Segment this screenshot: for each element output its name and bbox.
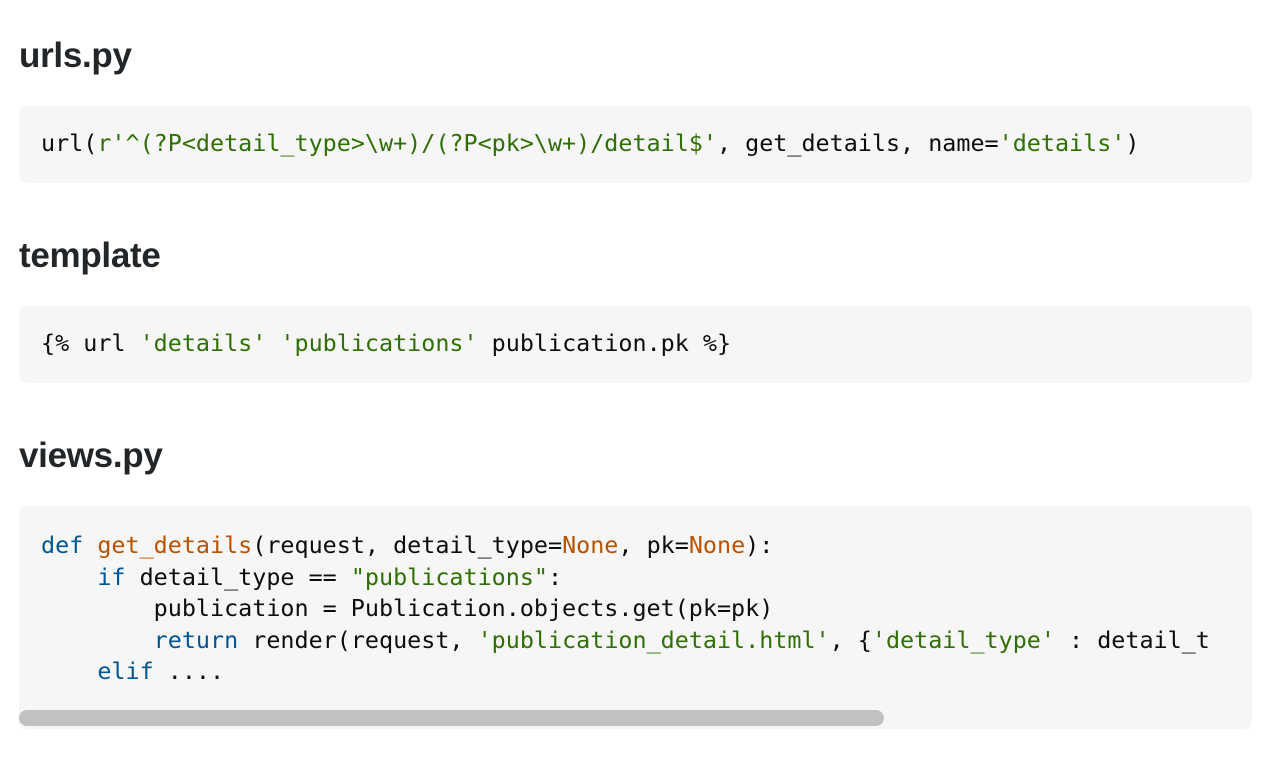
code-token-pln: ): (745, 531, 774, 559)
code-token-kw: def (41, 531, 84, 559)
code-token-pln (41, 657, 97, 685)
heading-views-py: views.py (19, 436, 163, 475)
code-token-pln: publication = Publication.objects.get(pk… (41, 594, 774, 622)
code-token-kw: elif (97, 657, 154, 685)
code-token-str: 'details' (139, 329, 267, 357)
code-token-str: 'detail_type' (871, 625, 1055, 654)
code-line: def get_details(request, detail_type=Non… (41, 530, 1252, 562)
code-template: {% url 'details' 'publications' publicat… (19, 306, 1252, 360)
code-token-pln: render(request, (238, 625, 478, 654)
code-token-pln: ) (1125, 129, 1140, 157)
heading-urls-py: urls.py (19, 36, 132, 75)
code-token-pln: : detail_t (1054, 625, 1210, 654)
code-token-pln: {% url (41, 329, 140, 357)
code-token-pln: url( (41, 129, 98, 157)
scrollbar-thumb[interactable] (19, 710, 884, 726)
horizontal-scrollbar[interactable] (19, 707, 1252, 729)
code-block-urls-py[interactable]: url(r'^(?P<detail_type>\w+)/(?P<pk>\w+)/… (19, 106, 1252, 183)
code-token-str: "publications" (350, 562, 548, 591)
code-line: elif .... (41, 656, 1252, 688)
code-line: {% url 'details' 'publications' publicat… (41, 328, 1252, 360)
code-block-views-py[interactable]: def get_details(request, detail_type=Non… (19, 506, 1252, 729)
code-token-kw: if (97, 562, 126, 591)
code-line: publication = Publication.objects.get(pk… (41, 593, 1252, 625)
code-token-pln (41, 563, 97, 591)
code-token-pln (41, 626, 154, 654)
code-token-pln (83, 531, 97, 559)
code-token-pln: , pk= (618, 531, 689, 559)
code-token-pln: detail_type == (125, 562, 351, 591)
code-token-pln: (request, detail_type= (252, 531, 563, 559)
code-token-fn: get_details (97, 531, 253, 559)
code-token-lit: None (562, 531, 619, 559)
code-token-pln: : (548, 562, 563, 591)
code-token-str: 'publications' (280, 329, 478, 357)
heading-template: template (19, 236, 161, 275)
code-urls-py: url(r'^(?P<detail_type>\w+)/(?P<pk>\w+)/… (19, 106, 1252, 160)
code-views-py: def get_details(request, detail_type=Non… (19, 506, 1252, 688)
code-token-kw: return (153, 625, 239, 654)
code-token-pln: .... (153, 657, 225, 685)
code-token-pln: , { (829, 625, 872, 654)
code-token-str: r'^(?P<detail_type>\w+)/(?P<pk>\w+)/deta… (97, 129, 717, 157)
code-line: return render(request, 'publication_deta… (41, 625, 1252, 657)
code-token-str: 'publication_detail.html' (477, 625, 830, 654)
code-line: if detail_type == "publications": (41, 562, 1252, 594)
answer-body: urls.py url(r'^(?P<detail_type>\w+)/(?P<… (0, 0, 1280, 764)
code-block-template[interactable]: {% url 'details' 'publications' publicat… (19, 306, 1252, 383)
code-token-pln: publication.pk %} (477, 329, 732, 357)
code-token-pln: , get_details, name= (716, 129, 999, 157)
code-token-pln (266, 329, 280, 357)
code-line: url(r'^(?P<detail_type>\w+)/(?P<pk>\w+)/… (41, 128, 1252, 160)
code-token-str: 'details' (998, 129, 1126, 157)
code-token-lit: None (688, 531, 746, 559)
